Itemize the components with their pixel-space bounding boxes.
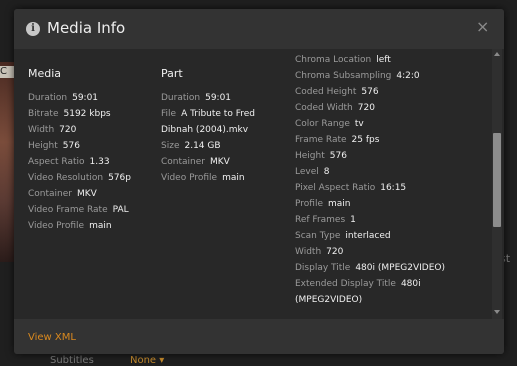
scroll-down-arrow-icon[interactable] <box>494 310 500 314</box>
media-duration: Duration 59:01 <box>28 93 99 103</box>
stream-level: Level 8 <box>295 167 330 177</box>
subtitles-label: Subtitles <box>50 355 94 366</box>
background-poster-text: C <box>0 66 14 78</box>
stream-chroma-subsampling: Chroma Subsampling 4:2:0 <box>295 71 420 81</box>
subtitles-select[interactable]: None ▾ <box>130 355 164 366</box>
media-height: Height 576 <box>28 141 80 151</box>
media-aspect-ratio: Aspect Ratio 1.33 <box>28 157 110 167</box>
scroll-up-arrow-icon[interactable] <box>494 52 500 56</box>
dialog-body[interactable]: Media Duration 59:01 Bitrate 5192 kbps Wid… <box>14 49 504 319</box>
media-bitrate: Bitrate 5192 kbps <box>28 109 111 119</box>
dialog-scrollbar[interactable] <box>492 49 502 319</box>
stream-pixel-aspect-ratio: Pixel Aspect Ratio 16:15 <box>295 183 407 193</box>
dialog-title: Media Info <box>47 19 126 37</box>
part-section-title: Part <box>161 67 183 80</box>
info-icon: i <box>26 22 40 36</box>
view-xml-link[interactable]: View XML <box>28 332 76 344</box>
media-container: Container MKV <box>28 189 97 199</box>
stream-color-range: Color Range tv <box>295 119 364 129</box>
part-file: File A Tribute to Fred Dibnah (2004).mkv <box>161 109 255 135</box>
stream-width: Width 720 <box>295 247 344 257</box>
part-duration: Duration 59:01 <box>161 93 232 103</box>
background-subtitles-row: Subtitles None ▾ <box>50 355 164 366</box>
dialog-footer: View XML <box>14 319 504 354</box>
stream-extended-display-title: Extended Display Title 480i (MPEG2VIDEO) <box>295 279 421 305</box>
part-size: Size 2.14 GB <box>161 141 221 151</box>
media-video-frame-rate: Video Frame Rate PAL <box>28 205 129 215</box>
dialog-header: i Media Info × <box>14 9 504 49</box>
close-button[interactable]: × <box>476 17 489 37</box>
media-info-dialog: i Media Info × Media Duration 59:01 Bitra… <box>14 9 504 354</box>
stream-coded-width: Coded Width 720 <box>295 103 375 113</box>
part-video-profile: Video Profile main <box>161 173 245 183</box>
stream-chroma-location: Chroma Location left <box>295 55 391 65</box>
background-poster: C <box>0 62 14 262</box>
media-video-profile: Video Profile main <box>28 221 112 231</box>
stream-profile: Profile main <box>295 199 351 209</box>
stream-coded-height: Coded Height 576 <box>295 87 379 97</box>
media-section-title: Media <box>28 67 62 80</box>
part-container: Container MKV <box>161 157 230 167</box>
media-video-resolution: Video Resolution 576p <box>28 173 132 183</box>
stream-frame-rate: Frame Rate 25 fps <box>295 135 380 145</box>
stream-scan-type: Scan Type interlaced <box>295 231 391 241</box>
media-width: Width 720 <box>28 125 77 135</box>
scroll-thumb[interactable] <box>493 133 501 227</box>
stream-display-title: Display Title 480i (MPEG2VIDEO) <box>295 263 445 273</box>
stream-ref-frames: Ref Frames 1 <box>295 215 356 225</box>
stream-height: Height 576 <box>295 151 347 161</box>
